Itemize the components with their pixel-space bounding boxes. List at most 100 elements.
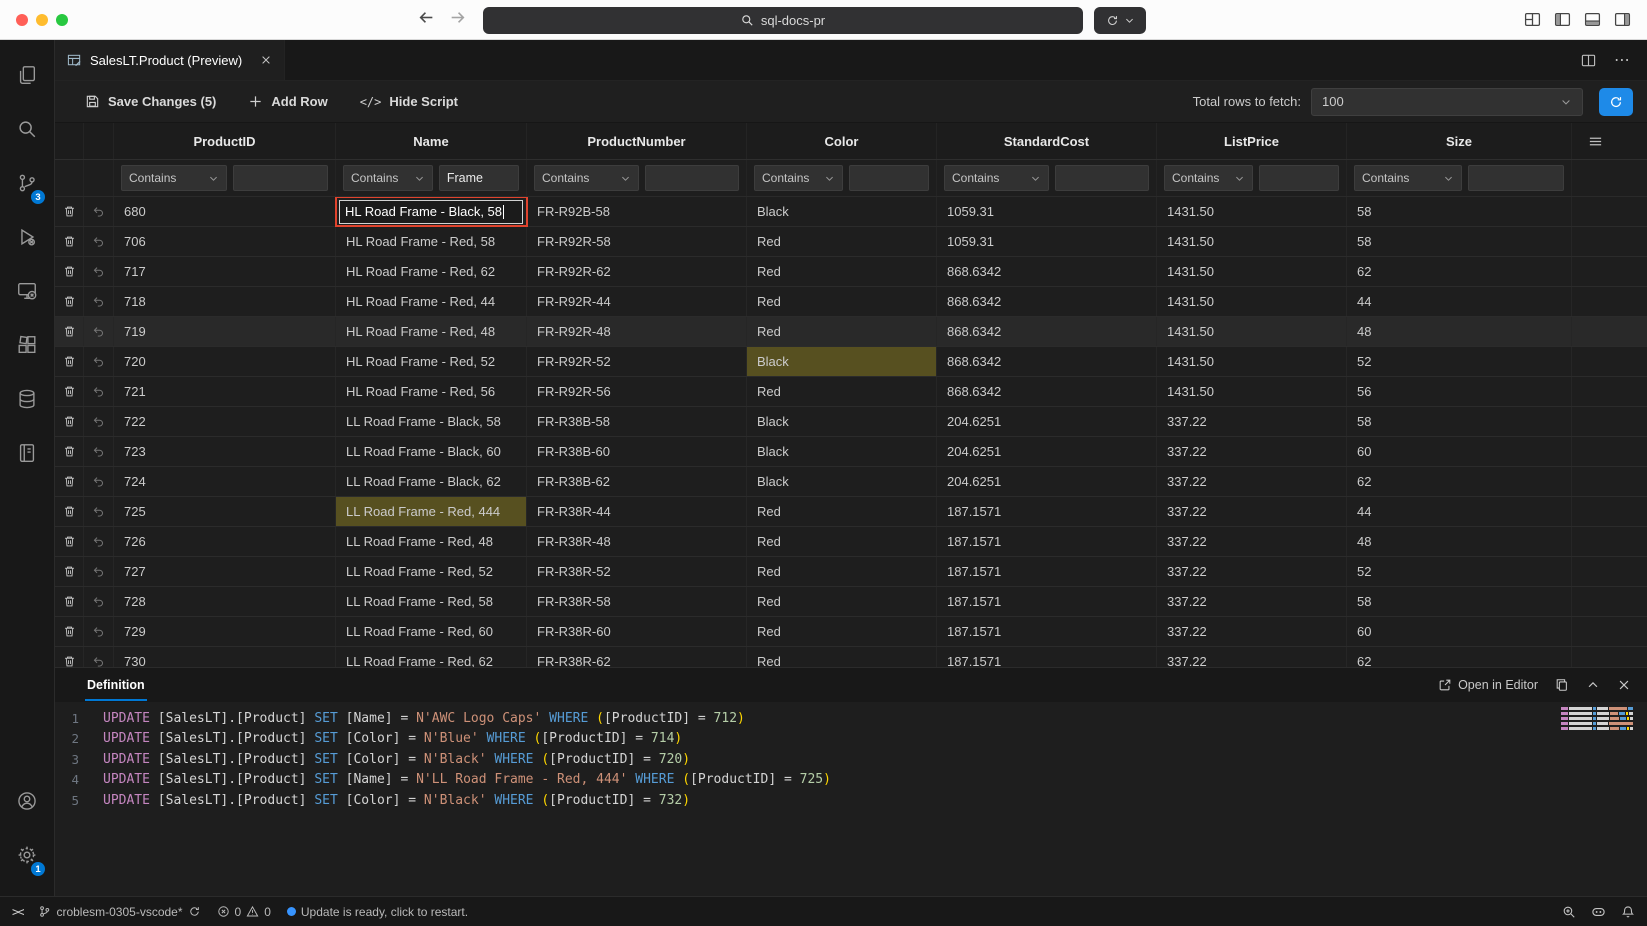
- table-cell[interactable]: 1431.50: [1157, 377, 1347, 406]
- tab-close-icon[interactable]: [260, 54, 272, 66]
- more-actions-icon[interactable]: ⋯: [1614, 50, 1631, 70]
- toggle-panel-icon[interactable]: [1584, 11, 1601, 28]
- table-cell[interactable]: 56: [1347, 377, 1572, 406]
- table-cell[interactable]: LL Road Frame - Black, 60: [336, 437, 527, 466]
- table-cell[interactable]: LL Road Frame - Red, 52: [336, 557, 527, 586]
- table-cell[interactable]: 62: [1347, 467, 1572, 496]
- table-cell[interactable]: 204.6251: [937, 437, 1157, 466]
- table-cell[interactable]: 204.6251: [937, 467, 1157, 496]
- table-cell[interactable]: HL Road Frame - Red, 56: [336, 377, 527, 406]
- table-row[interactable]: 729LL Road Frame - Red, 60FR-R38R-60Red1…: [55, 617, 1647, 647]
- table-cell[interactable]: Red: [747, 227, 937, 256]
- table-cell[interactable]: HL Road Frame - Red, 48: [336, 317, 527, 346]
- table-cell[interactable]: 719: [114, 317, 336, 346]
- revert-row-button[interactable]: [84, 407, 114, 436]
- table-row[interactable]: 726LL Road Frame - Red, 48FR-R38R-48Red1…: [55, 527, 1647, 557]
- table-cell[interactable]: 729: [114, 617, 336, 646]
- refresh-grid-button[interactable]: [1599, 88, 1633, 116]
- revert-row-button[interactable]: [84, 617, 114, 646]
- table-cell[interactable]: FR-R38R-58: [527, 587, 747, 616]
- delete-row-button[interactable]: [55, 197, 84, 226]
- table-cell[interactable]: 204.6251: [937, 407, 1157, 436]
- zoom-icon[interactable]: [1562, 905, 1576, 919]
- table-cell[interactable]: 726: [114, 527, 336, 556]
- delete-row-button[interactable]: [55, 587, 84, 616]
- delete-row-button[interactable]: [55, 437, 84, 466]
- table-row[interactable]: 723LL Road Frame - Black, 60FR-R38B-60Bl…: [55, 437, 1647, 467]
- forward-button[interactable]: [449, 9, 466, 26]
- filter-input-listprice[interactable]: [1259, 165, 1339, 191]
- maximize-window-button[interactable]: [56, 14, 68, 26]
- table-cell[interactable]: Red: [747, 527, 937, 556]
- revert-row-button[interactable]: [84, 587, 114, 616]
- revert-row-button[interactable]: [84, 647, 114, 667]
- table-cell[interactable]: 722: [114, 407, 336, 436]
- revert-row-button[interactable]: [84, 527, 114, 556]
- revert-row-button[interactable]: [84, 557, 114, 586]
- filter-operator-dropdown[interactable]: Contains: [534, 165, 639, 191]
- sidebar-item-remote-explorer[interactable]: [0, 264, 54, 318]
- table-cell[interactable]: 1431.50: [1157, 347, 1347, 376]
- revert-row-button[interactable]: [84, 227, 114, 256]
- sidebar-item-search[interactable]: [0, 102, 54, 156]
- table-cell[interactable]: Red: [747, 377, 937, 406]
- table-cell[interactable]: Red: [747, 647, 937, 667]
- table-cell[interactable]: 728: [114, 587, 336, 616]
- filter-input-productnumber[interactable]: [645, 165, 739, 191]
- table-cell[interactable]: 868.6342: [937, 287, 1157, 316]
- table-row[interactable]: 727LL Road Frame - Red, 52FR-R38R-52Red1…: [55, 557, 1647, 587]
- delete-row-button[interactable]: [55, 467, 84, 496]
- revert-row-button[interactable]: [84, 467, 114, 496]
- table-cell[interactable]: FR-R38B-62: [527, 467, 747, 496]
- sidebar-item-run-debug[interactable]: [0, 210, 54, 264]
- filter-operator-dropdown[interactable]: Contains: [343, 165, 433, 191]
- close-window-button[interactable]: [16, 14, 28, 26]
- table-cell[interactable]: 187.1571: [937, 497, 1157, 526]
- chevron-up-icon[interactable]: [1586, 678, 1600, 692]
- table-cell[interactable]: 337.22: [1157, 407, 1347, 436]
- sidebar-item-settings[interactable]: 1: [0, 828, 54, 882]
- table-cell[interactable]: Red: [747, 317, 937, 346]
- table-cell[interactable]: Red: [747, 257, 937, 286]
- table-row[interactable]: 722LL Road Frame - Black, 58FR-R38B-58Bl…: [55, 407, 1647, 437]
- table-cell[interactable]: 187.1571: [937, 617, 1157, 646]
- table-cell[interactable]: 44: [1347, 287, 1572, 316]
- copy-icon[interactable]: [1555, 678, 1569, 692]
- branch-status-item[interactable]: croblesm-0305-vscode*: [38, 905, 200, 919]
- column-header-productnumber[interactable]: ProductNumber: [527, 123, 747, 159]
- update-status-item[interactable]: Update is ready, click to restart.: [287, 905, 468, 919]
- filter-operator-dropdown[interactable]: Contains: [121, 165, 227, 191]
- table-row[interactable]: 706HL Road Frame - Red, 58FR-R92R-58Red1…: [55, 227, 1647, 257]
- revert-row-button[interactable]: [84, 437, 114, 466]
- table-row[interactable]: 718HL Road Frame - Red, 44FR-R92R-44Red8…: [55, 287, 1647, 317]
- sql-definition-editor[interactable]: 1UPDATE [SalesLT].[Product] SET [Name] =…: [55, 702, 1647, 896]
- table-cell[interactable]: Black: [747, 347, 937, 376]
- table-cell[interactable]: 868.6342: [937, 257, 1157, 286]
- table-cell[interactable]: 1059.31: [937, 227, 1157, 256]
- delete-row-button[interactable]: [55, 647, 84, 667]
- revert-row-button[interactable]: [84, 197, 114, 226]
- column-header-color[interactable]: Color: [747, 123, 937, 159]
- close-panel-icon[interactable]: [1617, 678, 1631, 692]
- table-cell[interactable]: FR-R92B-58: [527, 197, 747, 226]
- table-cell[interactable]: LL Road Frame - Red, 48: [336, 527, 527, 556]
- table-cell[interactable]: 868.6342: [937, 347, 1157, 376]
- table-cell[interactable]: 868.6342: [937, 317, 1157, 346]
- delete-row-button[interactable]: [55, 527, 84, 556]
- total-rows-select[interactable]: 100: [1311, 88, 1583, 116]
- table-cell[interactable]: 187.1571: [937, 527, 1157, 556]
- delete-row-button[interactable]: [55, 497, 84, 526]
- table-cell[interactable]: 52: [1347, 557, 1572, 586]
- table-cell[interactable]: Red: [747, 497, 937, 526]
- table-cell[interactable]: 337.22: [1157, 467, 1347, 496]
- table-cell[interactable]: 62: [1347, 647, 1572, 667]
- table-cell[interactable]: 187.1571: [937, 587, 1157, 616]
- table-cell[interactable]: HL Road Frame - Red, 62: [336, 257, 527, 286]
- table-cell[interactable]: 48: [1347, 527, 1572, 556]
- table-cell[interactable]: 717: [114, 257, 336, 286]
- table-cell[interactable]: FR-R38R-44: [527, 497, 747, 526]
- table-cell[interactable]: Black: [747, 407, 937, 436]
- tab-saleslt-product[interactable]: SalesLT.Product (Preview): [55, 40, 285, 80]
- minimize-window-button[interactable]: [36, 14, 48, 26]
- table-cell[interactable]: HL Road Frame - Red, 52: [336, 347, 527, 376]
